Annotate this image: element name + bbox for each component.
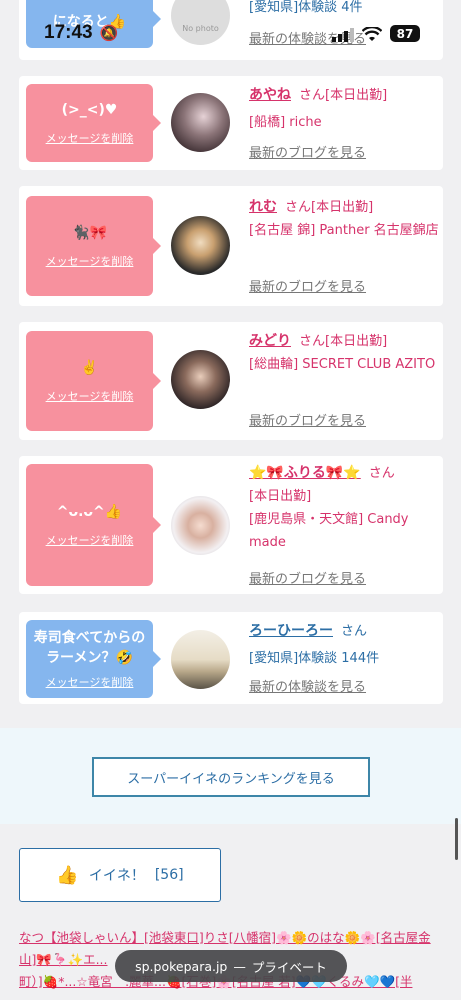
delete-message-button[interactable]: メッセージを削除 xyxy=(46,532,134,548)
latest-blog-link[interactable]: 最新のブログを見る xyxy=(249,568,366,587)
shop-location[interactable]: [船橋] riche xyxy=(249,111,439,134)
latest-blog-link[interactable]: 最新のブログを見る xyxy=(249,410,366,429)
cast-name[interactable]: みどり xyxy=(249,333,291,349)
shop-location[interactable]: [総曲輪] SECRET CLUB AZITO xyxy=(249,353,439,376)
latest-blog-link[interactable]: 最新のブログを見る xyxy=(249,142,366,161)
honorific: さん xyxy=(299,88,326,103)
message-text: (>_<)♥ xyxy=(61,102,118,118)
shop-location[interactable]: [名古屋 錦] Panther 名古屋錦店 xyxy=(249,219,439,242)
attendance-status: [本日出勤] xyxy=(249,489,312,504)
like-button[interactable]: 👍 イイネ！ [56] xyxy=(19,848,221,902)
honorific: さん xyxy=(285,200,312,215)
url-bar[interactable]: sp.pokepara.jp — プライベート xyxy=(115,950,347,982)
url-separator: — xyxy=(233,958,246,974)
review-location[interactable]: [愛知県]体験談 144件 xyxy=(249,647,439,670)
attendance-status: [本日出勤] xyxy=(325,334,388,349)
honorific: さん xyxy=(368,466,395,481)
cast-name[interactable]: あやね xyxy=(249,87,291,103)
thumbs-up-icon: 👍 xyxy=(56,864,79,886)
delete-message-button[interactable]: メッセージを削除 xyxy=(46,388,134,404)
ranking-button[interactable]: スーパーイイネのランキングを見る xyxy=(92,757,370,797)
shop-location[interactable]: [鹿児島県・天文館] Candy made xyxy=(249,508,439,554)
like-count: [56] xyxy=(154,867,184,883)
attendance-status: [本日出勤] xyxy=(325,88,388,103)
battery-level: 87 xyxy=(396,26,414,41)
cellular-signal-icon xyxy=(332,28,354,42)
status-time: 17:43 🔕 xyxy=(44,22,119,43)
avatar[interactable] xyxy=(171,496,230,555)
mute-bell-icon: 🔕 xyxy=(99,25,119,42)
latest-review-link[interactable]: 最新の体験談を見る xyxy=(249,676,366,695)
avatar[interactable] xyxy=(171,216,230,275)
user-name[interactable]: ろーひーろー xyxy=(249,623,333,639)
message-text: 🐈‍⬛🎀 xyxy=(72,225,107,241)
favorite-card: 寿司食べてからのラーメン？🤣 メッセージを削除 ろーひーろー さん [愛知県]体験… xyxy=(19,612,443,704)
favorite-card: ✌️ メッセージを削除 みどり さん[本日出勤] [総曲輪] SECRET CLU… xyxy=(19,322,443,440)
message-text: ✌️ xyxy=(80,360,99,376)
favorite-card: ^ᴗ.ᴗ^👍 メッセージを削除 ⭐️🎀ふりる🎀⭐️ さん [本日出勤] [鹿児島県… xyxy=(19,456,443,594)
avatar[interactable] xyxy=(171,630,230,689)
card-info: ⭐️🎀ふりる🎀⭐️ さん [本日出勤] [鹿児島県・天文館] Candy made xyxy=(249,462,439,554)
message-bubble: 🐈‍⬛🎀 メッセージを削除 xyxy=(26,196,161,296)
avatar[interactable] xyxy=(171,93,230,152)
favorite-card: (>_<)♥ メッセージを削除 あやね さん[本日出勤] [船橋] riche 最… xyxy=(19,76,443,170)
message-text: ^ᴗ.ᴗ^👍 xyxy=(56,504,123,520)
message-bubble: (>_<)♥ メッセージを削除 xyxy=(26,84,161,162)
like-label: イイネ！ xyxy=(88,868,145,884)
honorific: さん xyxy=(341,624,368,639)
favorite-card: 🐈‍⬛🎀 メッセージを削除 れむ さん[本日出勤] [名古屋 錦] Panther… xyxy=(19,186,443,306)
delete-message-button[interactable]: メッセージを削除 xyxy=(46,253,134,269)
delete-message-button[interactable]: メッセージを削除 xyxy=(46,674,134,690)
message-text: 寿司食べてからのラーメン？🤣 xyxy=(33,630,146,666)
message-bubble: ^ᴗ.ᴗ^👍 メッセージを削除 xyxy=(26,464,161,586)
browsing-mode: プライベート xyxy=(251,959,327,975)
status-bar: 17:43 🔕 87 xyxy=(0,0,461,72)
scroll-indicator[interactable] xyxy=(455,818,458,860)
honorific: さん xyxy=(299,334,326,349)
card-info: あやね さん[本日出勤] [船橋] riche xyxy=(249,84,439,134)
card-info: みどり さん[本日出勤] [総曲輪] SECRET CLUB AZITO xyxy=(249,330,439,376)
card-info: ろーひーろー さん [愛知県]体験談 144件 xyxy=(249,620,439,670)
cast-name[interactable]: ⭐️🎀ふりる🎀⭐️ xyxy=(249,465,361,481)
cast-name[interactable]: れむ xyxy=(249,199,277,215)
avatar[interactable] xyxy=(171,350,230,409)
battery-icon: 87 xyxy=(390,25,420,42)
attendance-status: [本日出勤] xyxy=(311,200,374,215)
card-info: れむ さん[本日出勤] [名古屋 錦] Panther 名古屋錦店 xyxy=(249,196,439,242)
message-bubble: ✌️ メッセージを削除 xyxy=(26,331,161,431)
delete-message-button[interactable]: メッセージを削除 xyxy=(46,130,134,146)
url-domain: sp.pokepara.jp xyxy=(135,958,228,974)
wifi-icon xyxy=(362,27,382,41)
latest-blog-link[interactable]: 最新のブログを見る xyxy=(249,276,366,295)
message-bubble: 寿司食べてからのラーメン？🤣 メッセージを削除 xyxy=(26,620,161,698)
